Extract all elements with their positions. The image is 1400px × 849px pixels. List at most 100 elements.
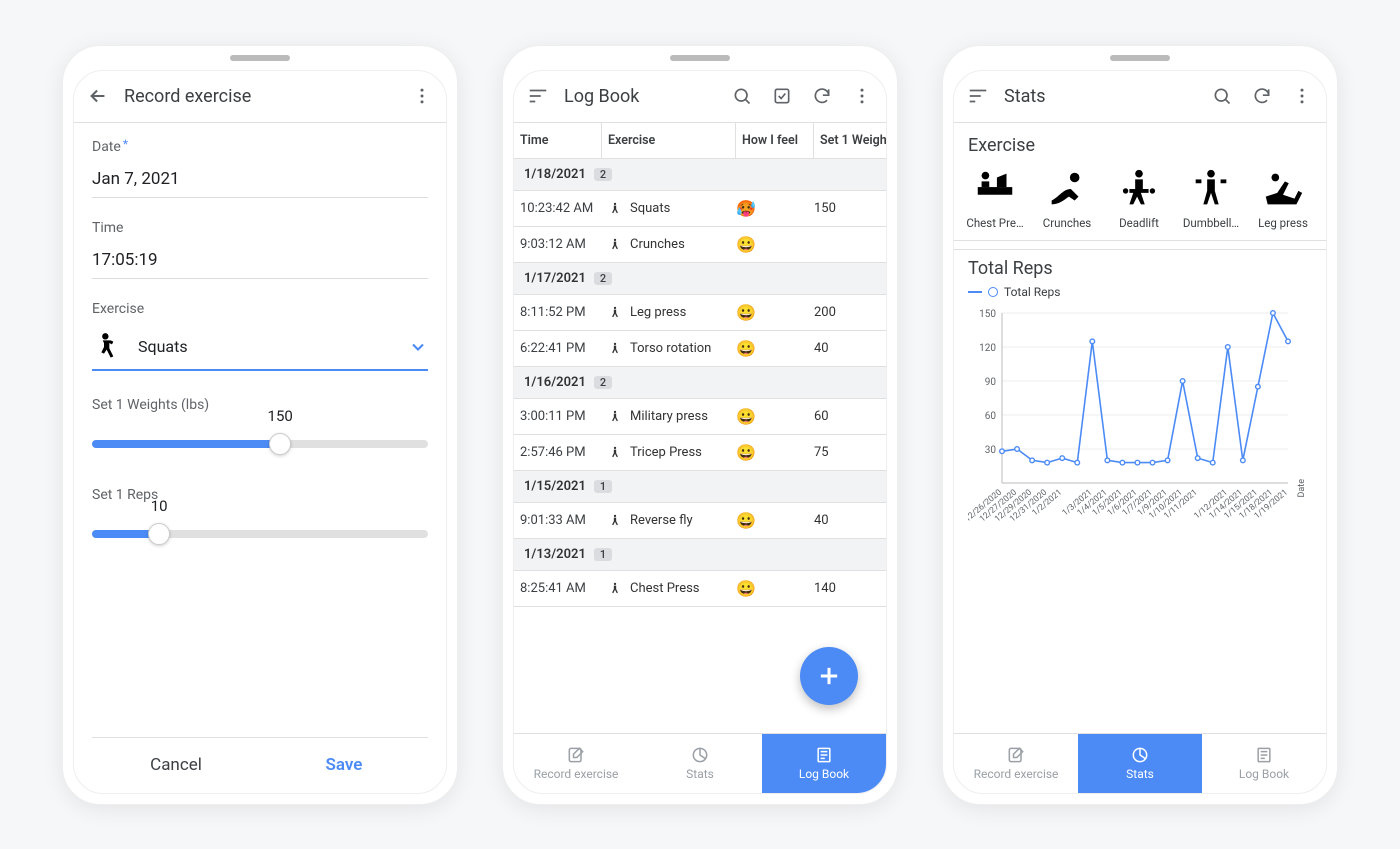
checkbox-button[interactable] xyxy=(764,78,800,114)
legend-label: Total Reps xyxy=(1004,285,1060,299)
table-row[interactable]: 6:22:41 PM Torso rotation 😀 40 xyxy=(514,331,886,367)
more-vert-icon xyxy=(1292,86,1312,106)
exercise-scroll[interactable]: Chest Pre…CrunchesDeadliftDumbbell…Leg p… xyxy=(954,162,1326,241)
table-row[interactable]: 8:11:52 PM Leg press 😀 200 xyxy=(514,295,886,331)
checkbox-icon xyxy=(772,86,792,106)
svg-text:Date: Date xyxy=(1297,478,1307,497)
set1-weight-value: 150 xyxy=(268,407,293,425)
search-icon xyxy=(732,86,752,106)
pie-icon xyxy=(690,745,710,765)
book-icon xyxy=(1254,745,1274,765)
overflow-button[interactable] xyxy=(844,78,880,114)
col-time[interactable]: Time xyxy=(514,123,602,158)
plus-icon xyxy=(815,662,843,690)
chevron-down-icon xyxy=(408,337,428,357)
exercise-tiny-icon xyxy=(608,237,622,251)
col-exercise[interactable]: Exercise xyxy=(602,123,736,158)
total-reps-chart: 30609012015012/26/202012/27/202012/29/20… xyxy=(968,303,1308,533)
bottom-nav: Record exercise Stats Log Book xyxy=(954,733,1326,793)
search-icon xyxy=(1212,86,1232,106)
arrow-left-icon xyxy=(87,85,109,107)
appbar: Stats xyxy=(954,71,1326,123)
time-field[interactable]: 17:05:19 xyxy=(92,244,428,279)
set1-reps-slider[interactable]: 10 xyxy=(92,515,428,549)
exercise-item[interactable]: Crunches xyxy=(1036,166,1098,230)
col-feel[interactable]: How I feel xyxy=(736,123,814,158)
phone-notch xyxy=(63,46,457,70)
chart-legend: Total Reps xyxy=(968,285,1316,299)
table-row[interactable]: 10:23:42 AM Squats 🥵 150 xyxy=(514,191,886,227)
chart-title: Total Reps xyxy=(968,258,1316,279)
table-header: Time Exercise How I feel Set 1 Weigh xyxy=(514,123,886,159)
exercise-label: Exercise xyxy=(92,301,428,317)
page-title: Stats xyxy=(1000,86,1200,107)
save-button[interactable]: Save xyxy=(260,738,428,793)
phone-notch xyxy=(943,46,1337,70)
squat-icon xyxy=(92,331,124,363)
slider-thumb[interactable] xyxy=(148,523,170,545)
set1-reps-value: 10 xyxy=(151,497,168,515)
form-actions: Cancel Save xyxy=(92,737,428,793)
phone-record-exercise: Record exercise Date* Jan 7, 2021 Time 1… xyxy=(62,45,458,805)
set1-weight-label: Set 1 Weights (lbs) xyxy=(92,397,428,413)
add-entry-fab[interactable] xyxy=(800,647,858,705)
exercise-select-value: Squats xyxy=(138,337,394,356)
record-form: Date* Jan 7, 2021 Time 17:05:19 Exercise… xyxy=(74,123,446,793)
appbar: Log Book xyxy=(514,71,886,123)
table-row[interactable]: 9:03:12 AM Crunches 😀 xyxy=(514,227,886,263)
refresh-button[interactable] xyxy=(1244,78,1280,114)
table-row[interactable]: 2:57:46 PM Tricep Press 😀 75 xyxy=(514,435,886,471)
exercise-item[interactable]: Leg press xyxy=(1252,166,1314,230)
exercise-item[interactable]: Dumbbell… xyxy=(1180,166,1242,230)
nav-log-book[interactable]: Log Book xyxy=(1202,734,1326,793)
phone-notch xyxy=(503,46,897,70)
nav-stats[interactable]: Stats xyxy=(1078,734,1202,793)
date-field[interactable]: Jan 7, 2021 xyxy=(92,163,428,198)
exercise-tiny-icon xyxy=(608,513,622,527)
refresh-icon xyxy=(1252,86,1272,106)
menu-button[interactable] xyxy=(960,78,996,114)
menu-button[interactable] xyxy=(520,78,556,114)
search-button[interactable] xyxy=(1204,78,1240,114)
slider-thumb[interactable] xyxy=(269,433,291,455)
table-row[interactable]: 8:25:41 AM Chest Press 😀 140 xyxy=(514,571,886,607)
search-button[interactable] xyxy=(724,78,760,114)
overflow-button[interactable] xyxy=(1284,78,1320,114)
exercise-tiny-icon xyxy=(608,305,622,319)
cancel-button[interactable]: Cancel xyxy=(92,738,260,793)
edit-icon xyxy=(566,745,586,765)
more-vert-icon xyxy=(412,86,432,106)
overflow-button[interactable] xyxy=(404,78,440,114)
page-title: Record exercise xyxy=(120,86,400,107)
nav-record-exercise[interactable]: Record exercise xyxy=(514,734,638,793)
svg-text:120: 120 xyxy=(979,343,996,354)
table-group-header[interactable]: 1/17/20212 xyxy=(514,263,886,295)
nav-log-book[interactable]: Log Book xyxy=(762,734,886,793)
svg-text:150: 150 xyxy=(979,309,996,320)
bottom-nav: Record exercise Stats Log Book xyxy=(514,733,886,793)
exercise-tiny-icon xyxy=(608,445,622,459)
table-row[interactable]: 9:01:33 AM Reverse fly 😀 40 xyxy=(514,503,886,539)
time-label: Time xyxy=(92,220,428,236)
nav-record-exercise[interactable]: Record exercise xyxy=(954,734,1078,793)
set1-reps-label: Set 1 Reps xyxy=(92,487,428,503)
exercise-select[interactable]: Squats xyxy=(92,325,428,371)
exercise-item[interactable]: Deadlift xyxy=(1108,166,1170,230)
refresh-button[interactable] xyxy=(804,78,840,114)
table-group-header[interactable]: 1/18/20212 xyxy=(514,159,886,191)
exercise-item[interactable]: Chest Pre… xyxy=(964,166,1026,230)
col-weight[interactable]: Set 1 Weigh xyxy=(814,123,886,158)
table-row[interactable]: 3:00:11 PM Military press 😀 60 xyxy=(514,399,886,435)
edit-icon xyxy=(1006,745,1026,765)
set1-weight-slider[interactable]: 150 xyxy=(92,425,428,459)
sort-icon xyxy=(967,85,989,107)
appbar: Record exercise xyxy=(74,71,446,123)
chart-block: Total Reps Total Reps 30609012015012/26/… xyxy=(954,249,1326,547)
page-title: Log Book xyxy=(560,86,720,107)
exercise-section-title: Exercise xyxy=(954,123,1326,162)
back-button[interactable] xyxy=(80,78,116,114)
table-group-header[interactable]: 1/13/20211 xyxy=(514,539,886,571)
table-group-header[interactable]: 1/16/20212 xyxy=(514,367,886,399)
table-group-header[interactable]: 1/15/20211 xyxy=(514,471,886,503)
nav-stats[interactable]: Stats xyxy=(638,734,762,793)
